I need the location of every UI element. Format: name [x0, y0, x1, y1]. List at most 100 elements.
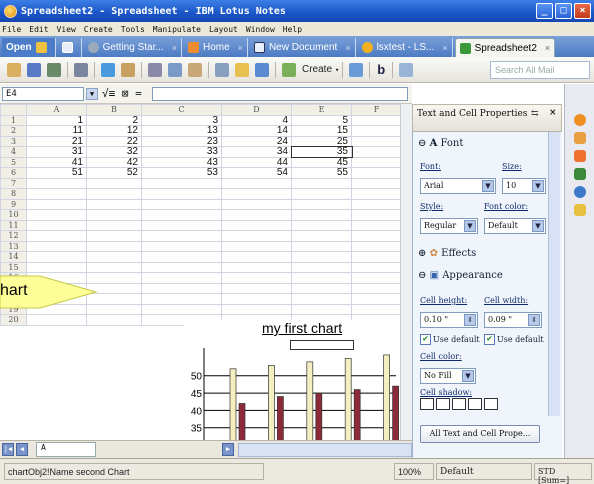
mail-icon[interactable]: [399, 62, 414, 77]
chart-bar[interactable]: [344, 358, 352, 440]
contacts-icon[interactable]: [574, 132, 586, 144]
cell[interactable]: [291, 198, 352, 210]
formula-icons[interactable]: √≡ ⊠ =: [102, 87, 142, 100]
cell[interactable]: [291, 219, 352, 231]
cell[interactable]: [141, 209, 222, 221]
save-icon[interactable]: [27, 62, 41, 77]
border-left-button[interactable]: [436, 398, 450, 410]
cell-width-input[interactable]: 0.09 " ⇕: [484, 312, 542, 328]
cell[interactable]: [221, 272, 292, 284]
cell[interactable]: [141, 230, 222, 242]
row-header[interactable]: 13: [0, 240, 27, 252]
cut-icon[interactable]: [148, 62, 162, 77]
cell[interactable]: [141, 251, 222, 263]
cell[interactable]: 51: [26, 167, 87, 179]
menu-help[interactable]: Help: [283, 25, 302, 34]
row-header[interactable]: 2: [0, 125, 27, 137]
cell[interactable]: [86, 230, 142, 242]
cell[interactable]: 35: [290, 145, 353, 158]
cell[interactable]: [26, 240, 87, 252]
cell[interactable]: 14: [221, 125, 292, 137]
cell[interactable]: 54: [221, 167, 292, 179]
cell[interactable]: [141, 293, 222, 305]
bold-button[interactable]: b: [377, 62, 385, 77]
cell[interactable]: [26, 209, 87, 221]
cell[interactable]: 3: [141, 114, 222, 126]
chart-bar[interactable]: [268, 364, 275, 440]
cell[interactable]: [351, 230, 402, 242]
row-header[interactable]: 12: [0, 230, 27, 242]
cell[interactable]: [291, 230, 352, 242]
chart-object[interactable]: my first chart 3035404550: [184, 320, 400, 440]
cell[interactable]: 33: [141, 146, 222, 158]
menu-file[interactable]: File: [2, 25, 21, 34]
activities-icon[interactable]: [574, 186, 586, 198]
cell[interactable]: [221, 240, 292, 252]
menu-view[interactable]: View: [57, 25, 76, 34]
row-header[interactable]: 1: [0, 114, 27, 126]
print-icon[interactable]: [74, 62, 88, 77]
cell[interactable]: 13: [141, 125, 222, 137]
cell[interactable]: [291, 303, 352, 315]
border-right-button[interactable]: [452, 398, 466, 410]
sametime-icon[interactable]: [574, 114, 586, 126]
chart-plot[interactable]: 3035404550: [184, 320, 400, 440]
cell[interactable]: 11: [26, 125, 87, 137]
cell[interactable]: [26, 261, 87, 273]
close-panel-icon[interactable]: ×: [549, 108, 557, 118]
chart-bar[interactable]: [238, 403, 246, 440]
column-header[interactable]: D: [221, 104, 292, 116]
cell[interactable]: 1: [26, 114, 87, 126]
forward-icon[interactable]: [121, 62, 135, 77]
cell[interactable]: 53: [141, 167, 222, 179]
cell[interactable]: [291, 251, 352, 263]
cell[interactable]: 15: [291, 125, 352, 137]
cell[interactable]: 12: [86, 125, 142, 137]
next-sheet-button[interactable]: ▶: [222, 443, 234, 456]
cell[interactable]: [26, 251, 87, 263]
tab-page[interactable]: [58, 38, 82, 57]
folder-icon[interactable]: [235, 62, 249, 77]
chart-bar[interactable]: [392, 385, 399, 440]
create-menu-button[interactable]: Create: [302, 64, 332, 75]
close-tab-icon[interactable]: ×: [238, 43, 243, 53]
appearance-section[interactable]: ⊖ ▣ Appearance: [418, 270, 503, 281]
cell[interactable]: [351, 272, 402, 284]
menu-layout[interactable]: Layout: [209, 25, 238, 34]
cell[interactable]: [86, 209, 142, 221]
cell[interactable]: 22: [86, 135, 142, 147]
cell[interactable]: [86, 261, 142, 273]
cell[interactable]: [351, 114, 402, 126]
cell[interactable]: 34: [221, 146, 292, 158]
cell[interactable]: [351, 209, 402, 221]
maximize-button[interactable]: □: [555, 3, 572, 19]
chart-bar[interactable]: [353, 389, 361, 440]
cell[interactable]: 45: [291, 156, 352, 168]
menu-create[interactable]: Create: [84, 25, 113, 34]
view-icon[interactable]: [255, 62, 269, 77]
cell[interactable]: [291, 282, 352, 294]
tab-lsxtest[interactable]: lsxtest - LS... ×: [358, 38, 453, 57]
back-icon[interactable]: [101, 62, 115, 77]
cell[interactable]: 52: [86, 167, 142, 179]
chevron-down-icon[interactable]: ▼: [532, 180, 544, 192]
cell[interactable]: [141, 240, 222, 252]
cell[interactable]: [221, 177, 292, 189]
cell[interactable]: [221, 303, 292, 315]
use-default-height-checkbox[interactable]: ✔: [420, 334, 431, 345]
panel-scrollbar[interactable]: [548, 132, 560, 416]
row-header[interactable]: 8: [0, 188, 27, 200]
cell[interactable]: [351, 240, 402, 252]
row-header[interactable]: 11: [0, 219, 27, 231]
close-button[interactable]: ×: [574, 3, 591, 19]
tab-home[interactable]: Home ×: [184, 38, 248, 57]
cell[interactable]: [351, 135, 402, 147]
chevron-down-icon[interactable]: ▼: [462, 370, 474, 382]
cell[interactable]: 32: [86, 146, 142, 158]
cell[interactable]: 21: [26, 135, 87, 147]
cell[interactable]: 55: [291, 167, 352, 179]
cell[interactable]: [291, 293, 352, 305]
font-select[interactable]: Arial ▼: [420, 178, 496, 194]
row-header[interactable]: 9: [0, 198, 27, 210]
border-bottom-button[interactable]: [484, 398, 498, 410]
